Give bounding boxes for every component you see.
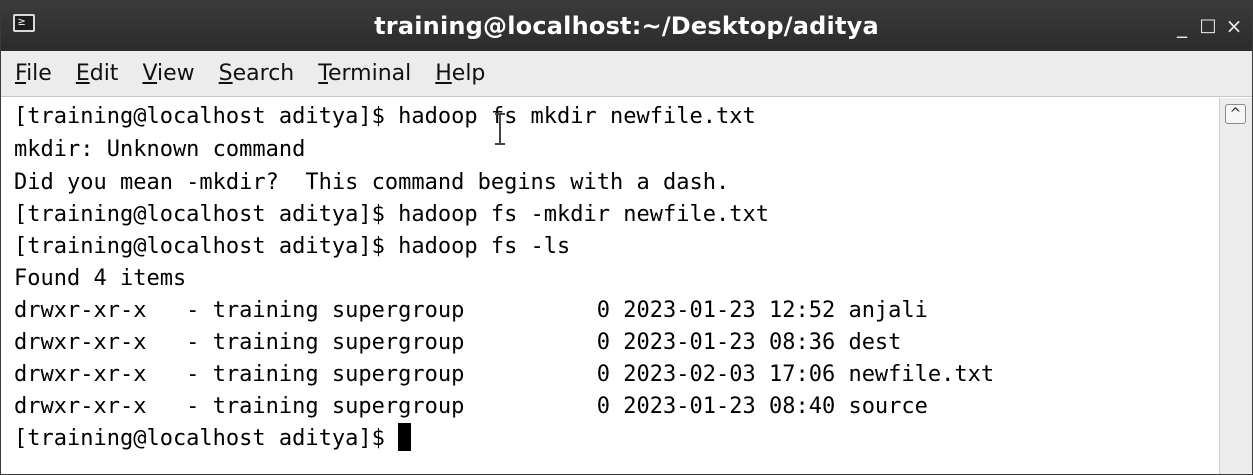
menu-search[interactable]: Search [219,61,295,86]
terminal-prompt: [training@localhost aditya]$ [14,426,399,451]
terminal-line: Did you mean -mkdir? This command begins… [14,170,730,195]
terminal-line: Found 4 items [14,266,187,291]
menu-terminal-mnemonic: T [318,61,328,86]
terminal-window: ≥ training@localhost:~/Desktop/aditya _ … [0,0,1253,475]
menu-edit-mnemonic: E [75,61,90,86]
menu-view-mnemonic: V [142,61,158,86]
menu-terminal[interactable]: Terminal [318,61,411,86]
terminal-line: drwxr-xr-x - training supergroup 0 2023-… [14,330,902,355]
terminal-output-area[interactable]: [training@localhost aditya]$ hadoop fs m… [1,98,1219,474]
menu-file-mnemonic: F [15,61,27,86]
menu-edit[interactable]: Edit [76,61,119,86]
terminal-line: [training@localhost aditya]$ hadoop fs -… [14,234,571,259]
title-bar[interactable]: ≥ training@localhost:~/Desktop/aditya _ … [1,1,1252,51]
terminal-line: mkdir: Unknown command [14,137,306,162]
close-button[interactable]: × [1221,13,1247,39]
menu-file[interactable]: File [15,61,52,86]
terminal-line: drwxr-xr-x - training supergroup 0 2023-… [14,394,928,419]
menu-view-label: iew [157,61,195,86]
menu-view[interactable]: View [142,61,194,86]
vertical-scrollbar[interactable]: ^ [1219,98,1252,474]
terminal-line: drwxr-xr-x - training supergroup 0 2023-… [14,298,928,323]
menu-help[interactable]: Help [435,61,485,86]
maximize-button[interactable]: □ [1195,13,1221,39]
menu-help-mnemonic: H [435,61,452,86]
scroll-up-button[interactable]: ^ [1225,104,1246,124]
ibeam-pointer-icon [495,111,505,147]
terminal-line: drwxr-xr-x - training supergroup 0 2023-… [14,362,995,387]
menu-edit-label: dit [89,61,119,86]
menu-file-label: ile [26,61,52,86]
menu-search-label: earch [232,61,295,86]
minimize-button[interactable]: _ [1169,13,1195,39]
terminal-line: [training@localhost aditya]$ hadoop fs m… [14,104,756,129]
menu-terminal-label: erminal [327,61,412,86]
menu-help-label: elp [451,61,486,86]
terminal-prompt-line: [training@localhost aditya]$ [14,423,412,455]
text-cursor [398,423,412,451]
menu-bar: File Edit View Search Terminal Help [1,51,1252,97]
menu-search-mnemonic: S [218,61,233,86]
window-title: training@localhost:~/Desktop/aditya [374,12,879,40]
terminal-line: [training@localhost aditya]$ hadoop fs -… [14,202,769,227]
